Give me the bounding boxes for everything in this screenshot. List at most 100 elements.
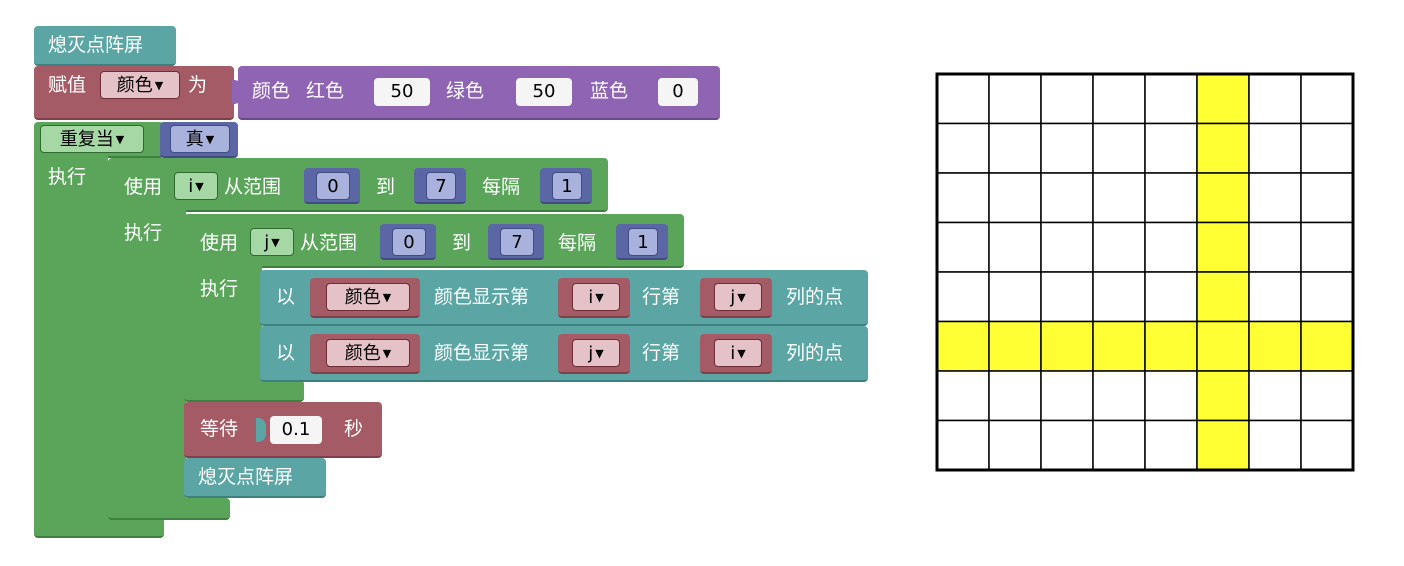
led-cell — [1300, 419, 1354, 471]
show-2-color-block[interactable]: 颜色 ▼ — [310, 334, 420, 374]
led-cell — [1248, 172, 1302, 224]
show-1-suffix: 列的点 — [786, 286, 844, 308]
show-1-row-block[interactable]: i ▼ — [558, 278, 630, 318]
show-2-row-var: j — [588, 343, 594, 364]
show-1-col-dropdown[interactable]: j ▼ — [714, 283, 762, 311]
loop-i-step-label: 每隔 — [482, 176, 521, 198]
led-cell — [1300, 172, 1354, 224]
chevron-down-icon: ▼ — [595, 291, 604, 304]
led-cell — [936, 419, 990, 471]
loop-i-to: 到 — [376, 176, 396, 198]
loop-i-do-label: 执行 — [124, 222, 163, 244]
loop-i-step-block[interactable]: 1 — [540, 168, 592, 204]
wait-unit: 秒 — [344, 418, 364, 440]
show-1-row-var: i — [588, 287, 594, 308]
show-2-color-dropdown[interactable]: 颜色 ▼ — [326, 339, 410, 367]
show-1-color-var: 颜色 — [344, 287, 381, 308]
led-cell — [1300, 271, 1354, 323]
led-cell — [1196, 320, 1250, 372]
loop-j-do-label: 执行 — [200, 278, 239, 300]
show-2-row-block[interactable]: j ▼ — [558, 334, 630, 374]
chevron-down-icon: ▼ — [382, 347, 392, 360]
led-cell — [936, 122, 990, 174]
show-1-col-block[interactable]: j ▼ — [700, 278, 772, 318]
boolean-block[interactable]: 真 ▼ — [160, 122, 238, 158]
loop-i-step-field[interactable]: 1 — [552, 172, 582, 200]
led-cell — [1092, 122, 1146, 174]
repeat-do-label: 执行 — [48, 166, 87, 188]
green-value-field[interactable]: 50 — [516, 78, 572, 106]
loop-j-start-field[interactable]: 0 — [392, 228, 426, 256]
show-1-row-dropdown[interactable]: i ▼ — [572, 283, 620, 311]
chevron-down-icon: ▼ — [205, 133, 215, 146]
repeat-while-spine — [34, 150, 108, 538]
clear-matrix-block-bottom[interactable]: 熄灭点阵屏 — [184, 458, 326, 498]
loop-j-end-field[interactable]: 7 — [500, 228, 534, 256]
led-cell — [1092, 73, 1146, 125]
wait-block[interactable]: 等待 0.1 秒 — [184, 402, 382, 458]
loop-j-step-field[interactable]: 1 — [628, 228, 658, 256]
loop-i-start-block[interactable]: 0 — [304, 168, 360, 204]
show-2-middle: 颜色显示第 — [434, 342, 530, 364]
loop-j-var-dropdown[interactable]: j ▼ — [250, 228, 294, 256]
loop-j-end-block[interactable]: 7 — [488, 224, 544, 260]
show-2-row-dropdown[interactable]: j ▼ — [572, 339, 620, 367]
wait-label: 等待 — [200, 418, 239, 440]
show-1-color-dropdown[interactable]: 颜色 ▼ — [326, 283, 410, 311]
show-1-col-var: j — [730, 287, 736, 308]
chevron-down-icon: ▼ — [737, 347, 746, 360]
led-cell — [1092, 271, 1146, 323]
led-cell — [1196, 271, 1250, 323]
loop-j-start-block[interactable]: 0 — [380, 224, 436, 260]
show-2-col-dropdown[interactable]: i ▼ — [714, 339, 762, 367]
loop-j-var: j — [264, 232, 270, 253]
chevron-down-icon: ▼ — [595, 347, 604, 360]
led-cell — [1092, 221, 1146, 273]
led-cell — [936, 172, 990, 224]
led-cell — [1092, 370, 1146, 422]
led-cell — [988, 122, 1042, 174]
boolean-dropdown[interactable]: 真 ▼ — [170, 125, 230, 153]
led-cell — [1040, 320, 1094, 372]
loop-i-spine — [108, 200, 186, 520]
wait-value-field[interactable]: 0.1 — [270, 416, 322, 444]
red-value-field[interactable]: 50 — [374, 78, 430, 106]
chevron-down-icon: ▼ — [271, 236, 280, 249]
loop-i-end-block[interactable]: 7 — [414, 168, 466, 204]
led-cell — [1040, 221, 1094, 273]
led-cell — [1144, 221, 1198, 273]
loop-i-var-dropdown[interactable]: i ▼ — [174, 172, 218, 200]
clear-matrix-block-top[interactable]: 熄灭点阵屏 — [34, 26, 176, 66]
variable-dropdown[interactable]: 颜色 ▼ — [100, 71, 180, 99]
led-cell — [988, 221, 1042, 273]
loop-i-end-field[interactable]: 7 — [426, 172, 456, 200]
led-cell — [1300, 320, 1354, 372]
led-cell — [936, 271, 990, 323]
led-cell — [1144, 419, 1198, 471]
show-1-color-block[interactable]: 颜色 ▼ — [310, 278, 420, 318]
led-cell — [1248, 122, 1302, 174]
show-point-block-1[interactable]: 以 颜色 ▼ 颜色显示第 i ▼ 行第 j ▼ 列的点 — [260, 270, 868, 326]
show-2-col-block[interactable]: i ▼ — [700, 334, 772, 374]
chevron-down-icon: ▼ — [737, 291, 746, 304]
color-rgb-block[interactable]: 颜色 红色 50 绿色 50 蓝色 0 — [232, 66, 720, 120]
clear-matrix-label: 熄灭点阵屏 — [48, 34, 144, 56]
led-cell — [1248, 73, 1302, 125]
led-cell — [988, 320, 1042, 372]
connector-notch-icon — [232, 80, 242, 104]
loop-i-start-field[interactable]: 0 — [316, 172, 350, 200]
led-matrix — [935, 72, 1355, 472]
repeat-mode-dropdown[interactable]: 重复当 ▼ — [40, 125, 144, 153]
assign-prefix: 赋值 — [48, 74, 87, 96]
led-cell — [1144, 370, 1198, 422]
blue-value-field[interactable]: 0 — [658, 78, 698, 106]
led-cell — [1040, 370, 1094, 422]
show-point-block-2[interactable]: 以 颜色 ▼ 颜色显示第 j ▼ 行第 i ▼ 列的点 — [260, 326, 868, 382]
assign-block[interactable]: 赋值 颜色 ▼ 为 — [34, 66, 234, 120]
green-label: 绿色 — [446, 80, 485, 102]
connector-notch-icon — [256, 418, 266, 442]
led-cell — [988, 73, 1042, 125]
loop-j-step-label: 每隔 — [558, 232, 597, 254]
loop-j-step-block[interactable]: 1 — [616, 224, 668, 260]
led-cell — [1144, 172, 1198, 224]
